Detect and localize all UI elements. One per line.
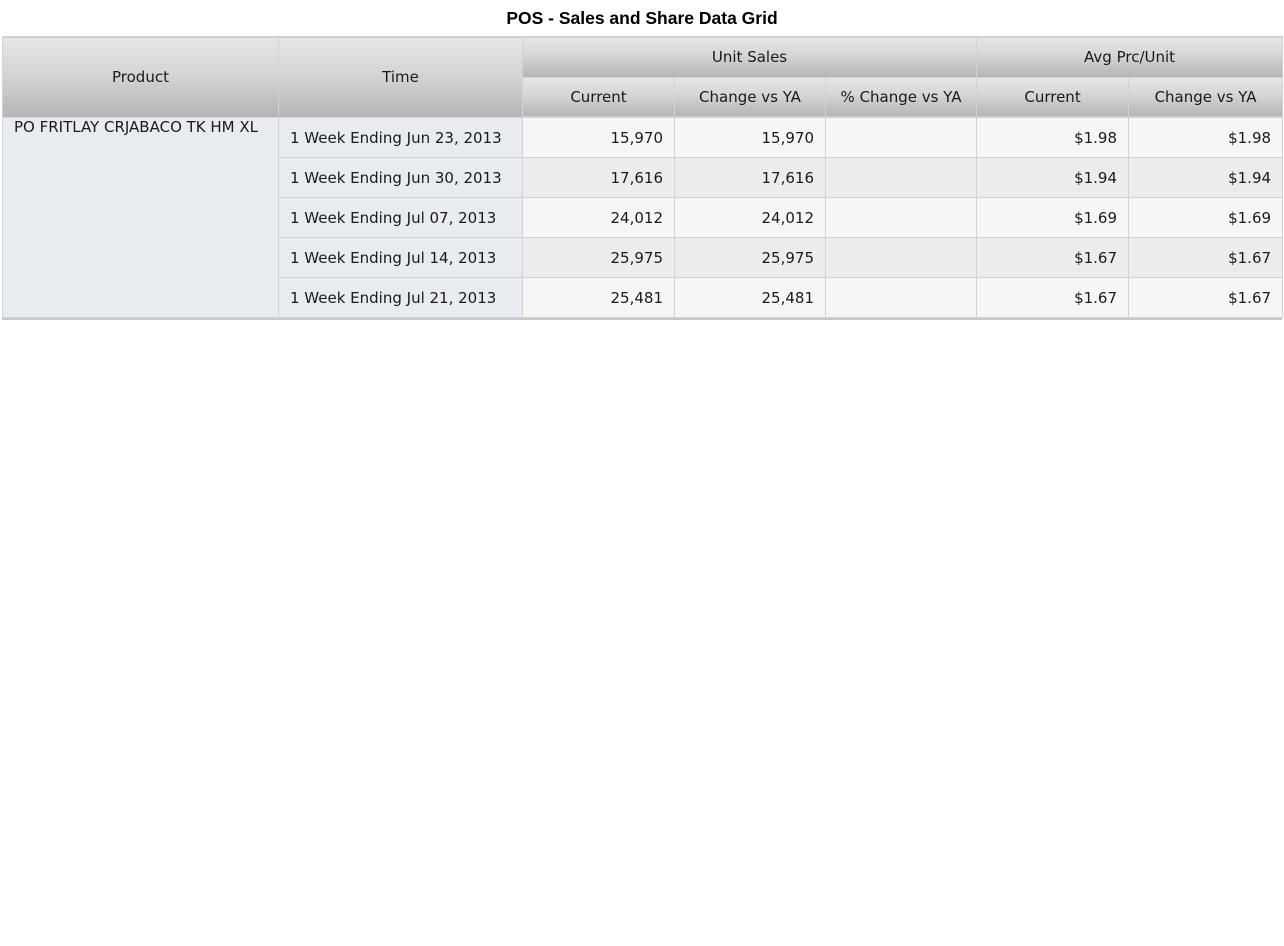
avg-prc-change-cell: $1.69	[1128, 197, 1284, 238]
unit-sales-current-cell: 25,975	[522, 237, 675, 278]
unit-sales-change-cell: 17,616	[674, 157, 826, 198]
unit-sales-change-cell: 25,481	[674, 277, 826, 318]
unit-sales-change-cell: 24,012	[674, 197, 826, 238]
avg-prc-change-cell: $1.67	[1128, 277, 1284, 318]
header-product[interactable]: Product	[2, 36, 279, 118]
avg-prc-change-cell: $1.94	[1128, 157, 1284, 198]
unit-sales-change-cell: 25,975	[674, 237, 826, 278]
header-avg-prc-unit[interactable]: Avg Prc/Unit	[976, 36, 1284, 78]
product-cell: PO FRITLAY CRJABACO TK HM XL	[2, 117, 279, 318]
time-cell: 1 Week Ending Jun 23, 2013	[278, 117, 523, 158]
unit-sales-pct-change-cell	[824, 157, 978, 198]
avg-prc-current-cell: $1.67	[976, 277, 1130, 318]
data-grid: Product Time Unit Sales Avg Prc/Unit Cur…	[2, 36, 1284, 320]
unit-sales-pct-change-cell	[824, 277, 978, 318]
table-row: PO FRITLAY CRJABACO TK HM XL 1 Week Endi…	[2, 117, 1284, 318]
header-unit-sales-current[interactable]: Current	[522, 76, 675, 118]
time-cell: 1 Week Ending Jul 21, 2013	[278, 277, 523, 318]
unit-sales-current-cell: 24,012	[522, 197, 675, 238]
unit-sales-pct-change-cell	[824, 117, 978, 158]
avg-prc-change-cell: $1.98	[1128, 117, 1284, 158]
header-avg-prc-current[interactable]: Current	[976, 76, 1130, 118]
time-cell: 1 Week Ending Jun 30, 2013	[278, 157, 523, 198]
avg-prc-current-cell: $1.98	[976, 117, 1130, 158]
header-time[interactable]: Time	[278, 36, 523, 118]
sales-share-table: Product Time Unit Sales Avg Prc/Unit Cur…	[2, 36, 1284, 318]
unit-sales-current-cell: 17,616	[522, 157, 675, 198]
avg-prc-current-cell: $1.67	[976, 237, 1130, 278]
unit-sales-pct-change-cell	[824, 197, 978, 238]
avg-prc-current-cell: $1.94	[976, 157, 1130, 198]
avg-prc-change-cell: $1.67	[1128, 237, 1284, 278]
header-unit-sales-change-vs-ya[interactable]: Change vs YA	[674, 76, 826, 118]
unit-sales-change-cell: 15,970	[674, 117, 826, 158]
avg-prc-current-cell: $1.69	[976, 197, 1130, 238]
header-unit-sales-pct-change-vs-ya[interactable]: % Change vs YA	[824, 76, 978, 118]
header-avg-prc-change-vs-ya[interactable]: Change vs YA	[1128, 76, 1284, 118]
time-cell: 1 Week Ending Jul 14, 2013	[278, 237, 523, 278]
unit-sales-pct-change-cell	[824, 237, 978, 278]
header-unit-sales[interactable]: Unit Sales	[521, 36, 978, 78]
unit-sales-current-cell: 25,481	[522, 277, 675, 318]
time-cell: 1 Week Ending Jul 07, 2013	[278, 197, 523, 238]
unit-sales-current-cell: 15,970	[522, 117, 675, 158]
grid-title: POS - Sales and Share Data Grid	[506, 8, 778, 28]
